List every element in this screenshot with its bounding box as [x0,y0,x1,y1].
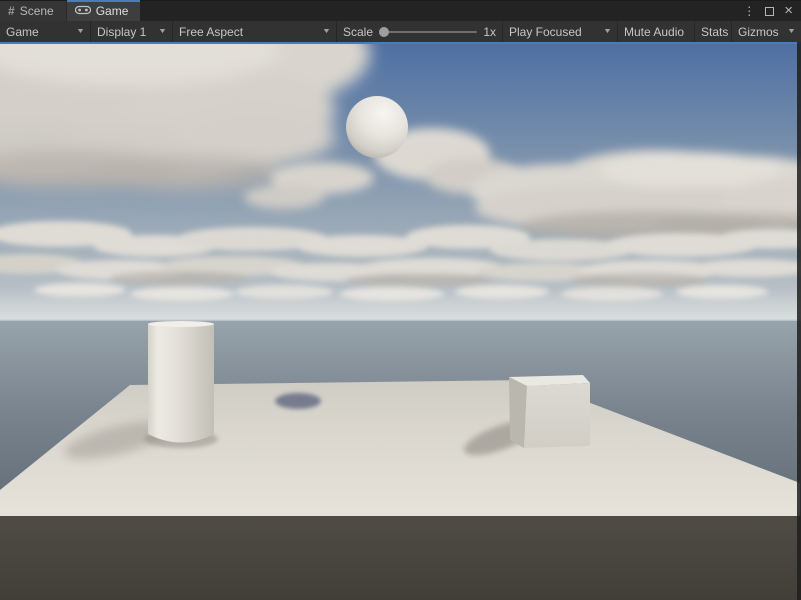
game-view-panel: # Scene Game ⋮ × Game ▼ Display [0,0,801,600]
sphere-shadow [275,393,321,409]
chevron-down-icon: ▼ [322,28,331,35]
grid-icon: # [8,5,15,17]
tab-bar-spacer [140,1,739,21]
close-icon[interactable]: × [784,6,793,16]
scale-slider-knob[interactable] [379,27,389,37]
cylinder [148,321,214,443]
game-render-viewport[interactable] [0,42,801,600]
panel-menu-icon[interactable]: ⋮ [743,4,755,18]
chevron-down-icon: ▼ [158,28,167,35]
game-mode-dropdown[interactable]: Game ▼ [0,21,91,42]
stats-button[interactable]: Stats [695,21,732,42]
game-view-toolbar: Game ▼ Display 1 ▼ Free Aspect ▼ Scale 1… [0,21,801,42]
sphere [346,96,408,158]
scale-slider-track[interactable] [379,31,477,33]
chevron-down-icon: ▼ [76,28,85,35]
scale-label: Scale [343,25,373,39]
rendered-scene [0,42,801,600]
panel-right-edge [797,42,801,600]
play-focused-label: Play Focused [509,25,582,39]
tab-scene-label: Scene [20,4,54,18]
play-focused-dropdown[interactable]: Play Focused ▼ [503,21,618,42]
window-controls: ⋮ × [739,1,801,21]
display-dropdown-label: Display 1 [97,25,146,39]
chevron-down-icon: ▼ [787,28,796,35]
mute-audio-button[interactable]: Mute Audio [618,21,695,42]
stats-label: Stats [701,25,728,39]
gamepad-icon [75,4,91,18]
aspect-ratio-dropdown-label: Free Aspect [179,25,243,39]
display-dropdown[interactable]: Display 1 ▼ [91,21,173,42]
horizon-haze [0,288,801,322]
gizmos-dropdown[interactable]: Gizmos ▼ [732,21,801,42]
horizon-line [0,319,801,321]
maximize-icon[interactable] [765,7,774,16]
chevron-down-icon: ▼ [603,28,612,35]
cube [509,375,590,448]
focus-accent-line [0,42,801,44]
mute-audio-label: Mute Audio [624,25,684,39]
gizmos-label: Gizmos [738,25,779,39]
tab-game[interactable]: Game [66,1,141,21]
game-mode-dropdown-label: Game [6,25,39,39]
scale-value: 1x [483,25,496,39]
scale-control: Scale 1x [337,21,503,42]
tab-bar: # Scene Game ⋮ × [0,0,801,21]
tab-scene[interactable]: # Scene [0,1,66,21]
foreground-ground [0,516,801,600]
tab-game-label: Game [96,4,129,18]
aspect-ratio-dropdown[interactable]: Free Aspect ▼ [173,21,337,42]
